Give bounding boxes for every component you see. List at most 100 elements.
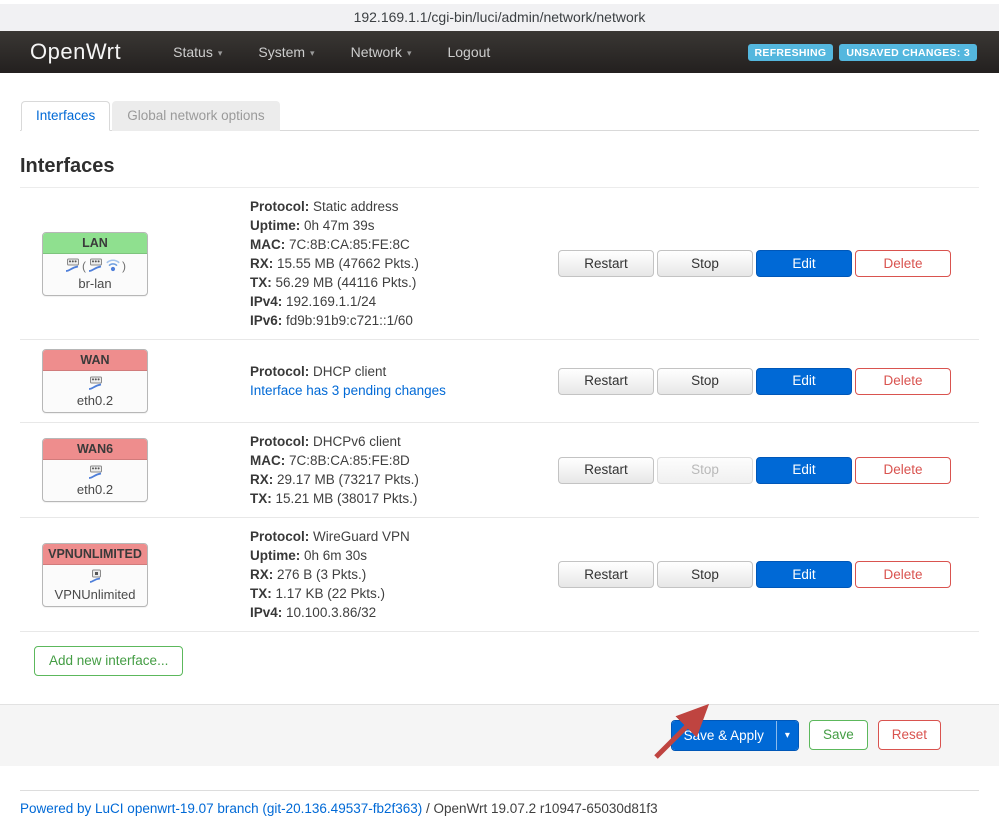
interface-actions: RestartStopEditDelete xyxy=(555,250,979,277)
interface-name: LAN xyxy=(43,233,147,254)
nav-item-network-label: Network xyxy=(351,44,402,60)
interface-device-label: VPNUnlimited xyxy=(45,587,145,602)
delete-button[interactable]: Delete xyxy=(855,368,951,395)
icon-group-paren: ) xyxy=(122,259,126,273)
stop-button[interactable]: Stop xyxy=(657,457,753,484)
save-apply-label[interactable]: Save & Apply xyxy=(672,721,776,750)
interface-detail-line: Protocol: Static address xyxy=(250,197,555,216)
interface-detail-line: Protocol: WireGuard VPN xyxy=(250,527,555,546)
add-new-interface-button[interactable]: Add new interface... xyxy=(34,646,183,676)
interface-row: LAN () br-lan Protocol: Static addressUp… xyxy=(20,188,979,340)
interface-detail-line: RX: 276 B (3 Pkts.) xyxy=(250,565,555,584)
footer: Powered by LuCI openwrt-19.07 branch (gi… xyxy=(0,791,999,816)
ethernet-icon xyxy=(64,258,81,273)
interface-icons xyxy=(45,463,145,481)
top-navbar: OpenWrt Status▾ System▾ Network▾ Logout … xyxy=(0,31,999,73)
interface-details: Protocol: WireGuard VPNUptime: 0h 6m 30s… xyxy=(250,527,555,622)
interface-name: VPNUNLIMITED xyxy=(43,544,147,565)
interface-detail-line: RX: 15.55 MB (47662 Pkts.) xyxy=(250,254,555,273)
nav-menu: Status ▾ System ▾ Network▾ Logout xyxy=(173,44,747,60)
nav-item-logout-label: Logout xyxy=(447,44,490,60)
interface-card: LAN () br-lan xyxy=(42,232,148,296)
nav-item-system-label: System xyxy=(258,44,305,60)
interface-details: Protocol: Static addressUptime: 0h 47m 3… xyxy=(250,197,555,330)
interface-detail-line: Protocol: DHCP client xyxy=(250,362,555,381)
save-button[interactable]: Save xyxy=(809,720,868,750)
interface-detail-line: TX: 1.17 KB (22 Pkts.) xyxy=(250,584,555,603)
stop-button[interactable]: Stop xyxy=(657,561,753,588)
browser-address-bar[interactable]: 192.169.1.1/cgi-bin/luci/admin/network/n… xyxy=(0,0,999,31)
interface-detail-line: Protocol: DHCPv6 client xyxy=(250,432,555,451)
luci-footer-link[interactable]: Powered by LuCI openwrt-19.07 branch (gi… xyxy=(20,801,422,816)
nav-item-system[interactable]: System ▾ xyxy=(258,44,314,60)
tab-global-network-options[interactable]: Global network options xyxy=(112,101,279,131)
interface-list: LAN () br-lan Protocol: Static addressUp… xyxy=(20,188,979,632)
save-apply-dropdown-toggle[interactable]: ▾ xyxy=(776,721,798,750)
unsaved-changes-badge[interactable]: UNSAVED CHANGES: 3 xyxy=(839,44,977,61)
nav-item-status[interactable]: Status ▾ xyxy=(173,44,222,60)
nav-item-status-label: Status xyxy=(173,44,213,60)
interface-card-column: WAN6 eth0.2 xyxy=(20,438,250,502)
interface-actions: RestartStopEditDelete xyxy=(555,561,979,588)
interface-device-label: eth0.2 xyxy=(45,482,145,497)
interface-actions: RestartStopEditDelete xyxy=(555,457,979,484)
interface-card-body: () br-lan xyxy=(43,254,147,295)
page-actions-bar: Save & Apply ▾ Save Reset xyxy=(0,704,999,766)
delete-button[interactable]: Delete xyxy=(855,457,951,484)
edit-button[interactable]: Edit xyxy=(756,250,852,277)
interface-detail-line: Uptime: 0h 6m 30s xyxy=(250,546,555,565)
delete-button[interactable]: Delete xyxy=(855,250,951,277)
interface-detail-line: IPv4: 192.169.1.1/24 xyxy=(250,292,555,311)
interface-icons xyxy=(45,374,145,392)
ethernet-icon xyxy=(87,376,104,391)
nav-item-network[interactable]: Network▾ xyxy=(351,44,412,60)
interface-detail-line: TX: 56.29 MB (44116 Pkts.) xyxy=(250,273,555,292)
interface-card-body: eth0.2 xyxy=(43,371,147,412)
interface-detail-line: IPv6: fd9b:91b9:c721::1/60 xyxy=(250,311,555,330)
refreshing-badge: REFRESHING xyxy=(748,44,834,61)
interface-device-label: eth0.2 xyxy=(45,393,145,408)
interface-card: WAN6 eth0.2 xyxy=(42,438,148,502)
interface-detail-line: MAC: 7C:8B:CA:85:FE:8D xyxy=(250,451,555,470)
interface-card: VPNUNLIMITED VPNUnlimited xyxy=(42,543,148,607)
chevron-down-icon: ▾ xyxy=(310,48,315,58)
chevron-down-icon: ▾ xyxy=(785,730,790,741)
restart-button[interactable]: Restart xyxy=(558,368,654,395)
restart-button[interactable]: Restart xyxy=(558,561,654,588)
interface-card-body: eth0.2 xyxy=(43,460,147,501)
restart-button[interactable]: Restart xyxy=(558,457,654,484)
interface-row: WAN6 eth0.2 Protocol: DHCPv6 clientMAC: … xyxy=(20,423,979,518)
save-apply-button[interactable]: Save & Apply ▾ xyxy=(671,720,799,751)
pending-changes-notice[interactable]: Interface has 3 pending changes xyxy=(250,381,555,400)
restart-button[interactable]: Restart xyxy=(558,250,654,277)
wifi-icon xyxy=(105,258,121,273)
chevron-down-icon: ▾ xyxy=(218,48,223,58)
delete-button[interactable]: Delete xyxy=(855,561,951,588)
interface-detail-line: TX: 15.21 MB (38017 Pkts.) xyxy=(250,489,555,508)
tunnel-icon xyxy=(88,569,103,584)
interface-name: WAN6 xyxy=(43,439,147,460)
stop-button[interactable]: Stop xyxy=(657,250,753,277)
interface-actions: RestartStopEditDelete xyxy=(555,368,979,395)
ethernet-icon xyxy=(87,465,104,480)
edit-button[interactable]: Edit xyxy=(756,368,852,395)
interface-detail-line: MAC: 7C:8B:CA:85:FE:8C xyxy=(250,235,555,254)
interface-detail-line: Uptime: 0h 47m 39s xyxy=(250,216,555,235)
ethernet-icon xyxy=(87,258,104,273)
interface-card-column: WAN eth0.2 xyxy=(20,349,250,413)
nav-item-logout[interactable]: Logout xyxy=(447,44,490,60)
interface-card-column: VPNUNLIMITED VPNUnlimited xyxy=(20,543,250,607)
edit-button[interactable]: Edit xyxy=(756,457,852,484)
edit-button[interactable]: Edit xyxy=(756,561,852,588)
tab-interfaces[interactable]: Interfaces xyxy=(21,101,110,131)
interface-icons xyxy=(45,568,145,586)
stop-button[interactable]: Stop xyxy=(657,368,753,395)
icon-group-paren: ( xyxy=(82,259,86,273)
openwrt-logo: OpenWrt xyxy=(30,39,121,65)
footer-version-text: / OpenWrt 19.07.2 r10947-65030d81f3 xyxy=(422,801,657,816)
interface-icons: () xyxy=(45,257,145,275)
page-title: Interfaces xyxy=(20,155,979,188)
interface-card-column: LAN () br-lan xyxy=(20,232,250,296)
interface-detail-line: RX: 29.17 MB (73217 Pkts.) xyxy=(250,470,555,489)
reset-button[interactable]: Reset xyxy=(878,720,941,750)
